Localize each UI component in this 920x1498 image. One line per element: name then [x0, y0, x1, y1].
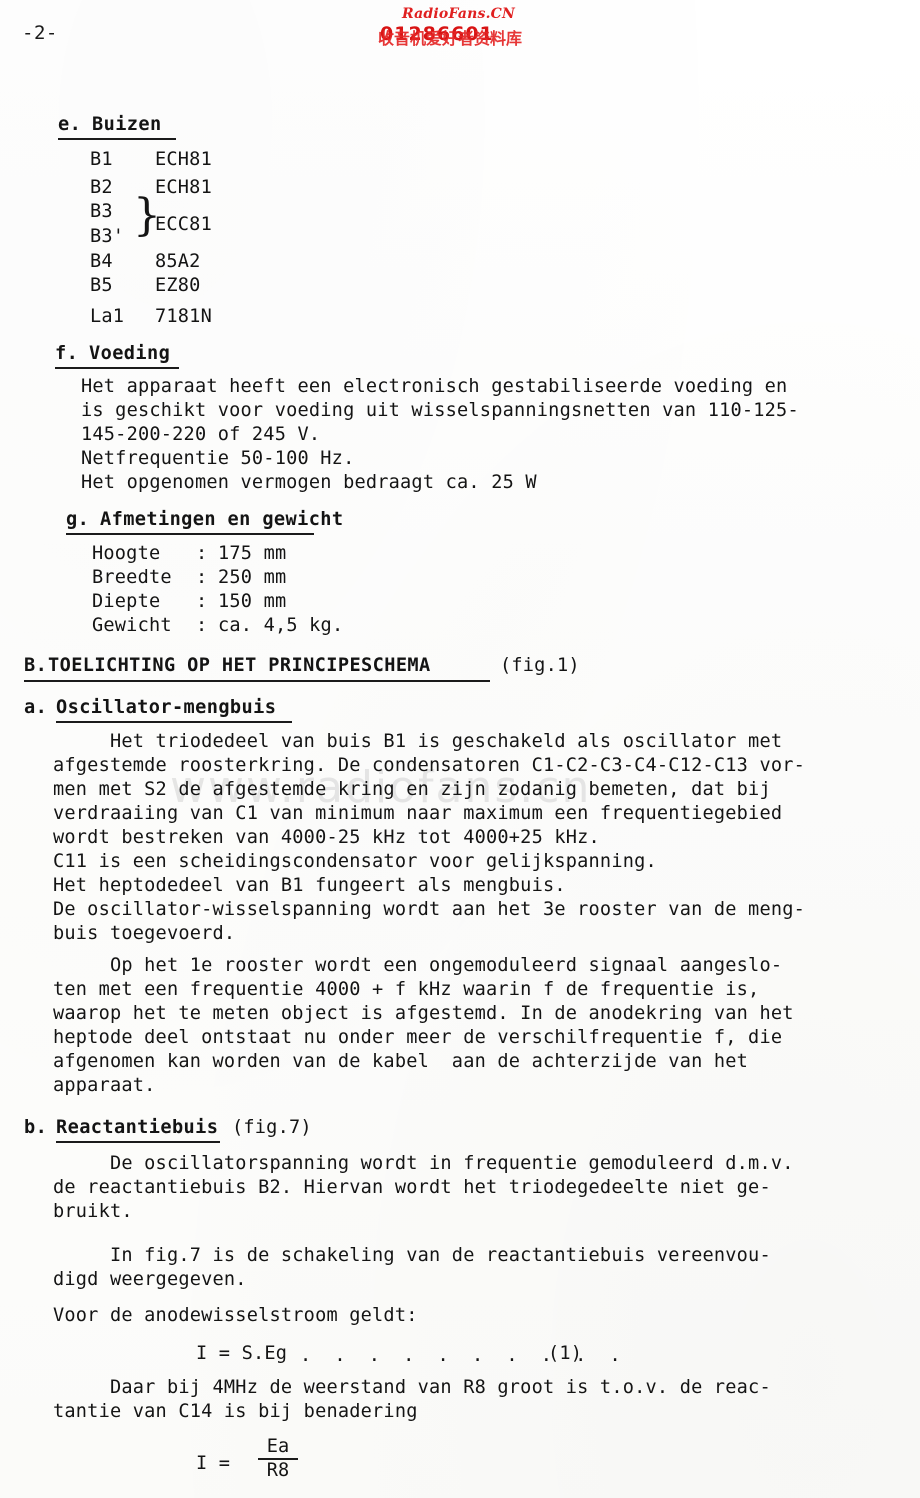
section-Ba-paragraph-line: Op het 1e rooster wordt een ongemoduleer…	[53, 955, 783, 976]
section-e-title: Buizen	[92, 114, 162, 135]
section-Bb-paragraph-line: digd weergegeven.	[53, 1269, 247, 1290]
watermark-chinese-text: 收音机爱好者资料库	[378, 29, 523, 48]
section-Ba-title: Oscillator-mengbuis	[56, 697, 277, 718]
section-Ba-paragraph-line: afgenomen kan worden van de kabel aan de…	[53, 1051, 749, 1072]
section-f-line: 145-200-220 of 245 V.	[81, 424, 321, 445]
section-Bb-underline	[56, 1141, 220, 1143]
section-Bb-label: b.	[24, 1117, 48, 1138]
dimension-row-value: 175 mm	[218, 543, 287, 564]
tube-row-type: EZ80	[155, 275, 201, 296]
dimension-row-value: 250 mm	[218, 567, 287, 588]
formula-1-number: (1)	[548, 1343, 583, 1364]
document-page: -2- RadioFans.CN 01286601 收音机爱好者资料库 www.…	[0, 0, 920, 1498]
formula-2-lhs: I =	[196, 1453, 231, 1474]
dimension-row-name: Breedte	[92, 567, 172, 588]
formula-1-expression: I = S.Eg	[196, 1343, 288, 1364]
section-Ba-paragraph-line: Het heptodedeel van B1 fungeert als meng…	[53, 875, 566, 896]
tube-row-designator: B2	[90, 177, 113, 198]
section-Ba-paragraph-line: afgestemde roosterkring. De condensatore…	[53, 755, 806, 776]
tube-row-designator: B3	[90, 201, 113, 222]
dimension-row-separator: :	[196, 615, 208, 636]
section-f-line: is geschikt voor voeding uit wisselspann…	[81, 400, 799, 421]
tube-row-designator: B1	[90, 149, 113, 170]
section-f-line: Het apparaat heeft een electronisch gest…	[81, 376, 788, 397]
dimension-row-value: 150 mm	[218, 591, 287, 612]
formula-2-numerator: Ea	[266, 1436, 290, 1457]
section-f-label: f.	[55, 343, 79, 364]
section-Bb-paragraph-line: bruikt.	[53, 1201, 133, 1222]
header-watermark-group: RadioFans.CN 01286601 收音机爱好者资料库	[370, 6, 600, 52]
section-Ba-paragraph-line: heptode deel ontstaat nu onder meer de v…	[53, 1027, 783, 1048]
section-f-line: Het opgenomen vermogen bedraagt ca. 25 W	[81, 472, 537, 493]
section-Ba-paragraph-line: apparaat.	[53, 1075, 156, 1096]
section-f-underline	[55, 367, 179, 369]
tube-row-type: 85A2	[155, 251, 201, 272]
watermark-brand-text: RadioFans.CN	[402, 6, 515, 22]
formula-2-denominator: R8	[266, 1459, 290, 1481]
section-Ba-paragraph-line: buis toegevoerd.	[53, 923, 236, 944]
section-Bb-paragraph-line: De oscillatorspanning wordt in frequenti…	[53, 1153, 794, 1174]
dimension-row-separator: :	[196, 543, 208, 564]
section-Bb-paragraph-line: de reactantiebuis B2. Hiervan wordt het …	[53, 1177, 771, 1198]
section-Ba-underline	[56, 721, 292, 723]
tube-row-type: ECC81	[155, 214, 212, 235]
tube-row-designator: B5	[90, 275, 113, 296]
dimension-row-name: Gewicht	[92, 615, 172, 636]
section-Bb-paragraph-line: Daar bij 4MHz de weerstand van R8 groot …	[53, 1377, 771, 1398]
dimension-row-separator: :	[196, 567, 208, 588]
tube-row-type: ECH81	[155, 177, 212, 198]
dimension-row-value: ca. 4,5 kg.	[218, 615, 344, 636]
section-B-underline	[24, 680, 490, 682]
tube-row-designator: La1	[90, 306, 125, 327]
section-g-title: Afmetingen en gewicht	[100, 509, 344, 530]
section-e-underline	[58, 138, 176, 140]
section-Ba-paragraph-line: De oscillator-wisselspanning wordt aan h…	[53, 899, 806, 920]
section-g-label: g.	[66, 509, 90, 530]
section-Ba-paragraph-line: waarop het te meten object is afgestemd.…	[53, 1003, 794, 1024]
tube-row-designator: B4	[90, 251, 113, 272]
section-f-title: Voeding	[89, 343, 171, 364]
dimension-row-name: Diepte	[92, 591, 172, 612]
section-Ba-paragraph-line: wordt bestreken van 4000-25 kHz tot 4000…	[53, 827, 600, 848]
dimension-row-name: Hoogte	[92, 543, 172, 564]
dimension-row-separator: :	[196, 591, 208, 612]
section-Ba-label: a.	[24, 697, 48, 718]
formula-lead-in-text: Voor de anodewisselstroom geldt:	[53, 1305, 418, 1326]
section-Ba-paragraph-line: C11 is een scheidingscondensator voor ge…	[53, 851, 657, 872]
page-number: -2-	[22, 22, 58, 44]
section-Ba-paragraph-line: Het triodedeel van buis B1 is geschakeld…	[53, 731, 783, 752]
tube-row-designator: B3'	[90, 226, 125, 247]
formula-2-fraction: Ea R8	[258, 1437, 298, 1480]
section-Ba-paragraph-line: ten met een frequentie 4000 + f kHz waar…	[53, 979, 760, 1000]
section-f-line: Netfrequentie 50-100 Hz.	[81, 448, 355, 469]
tube-row-type: 7181N	[155, 306, 212, 327]
section-B-figure-reference: (fig.1)	[500, 655, 580, 676]
section-Bb-title: Reactantiebuis	[56, 1117, 219, 1138]
section-Bb-paragraph-line: tantie van C14 is bij benadering	[53, 1401, 418, 1422]
section-B-title: TOELICHTING OP HET PRINCIPESCHEMA	[48, 655, 431, 676]
section-Bb-paragraph-line: In fig.7 is de schakeling van de reactan…	[53, 1245, 771, 1266]
section-Ba-paragraph-line: men met S2 de afgestemde kring en zijn z…	[53, 779, 771, 800]
tube-row-type: ECH81	[155, 149, 212, 170]
section-g-underline	[66, 533, 314, 535]
section-Bb-figure-reference: (fig.7)	[232, 1117, 312, 1138]
section-B-label: B.	[24, 655, 48, 676]
section-Ba-paragraph-line: verdraaiing van C1 van minimum naar maxi…	[53, 803, 783, 824]
section-e-label: e.	[58, 114, 82, 135]
